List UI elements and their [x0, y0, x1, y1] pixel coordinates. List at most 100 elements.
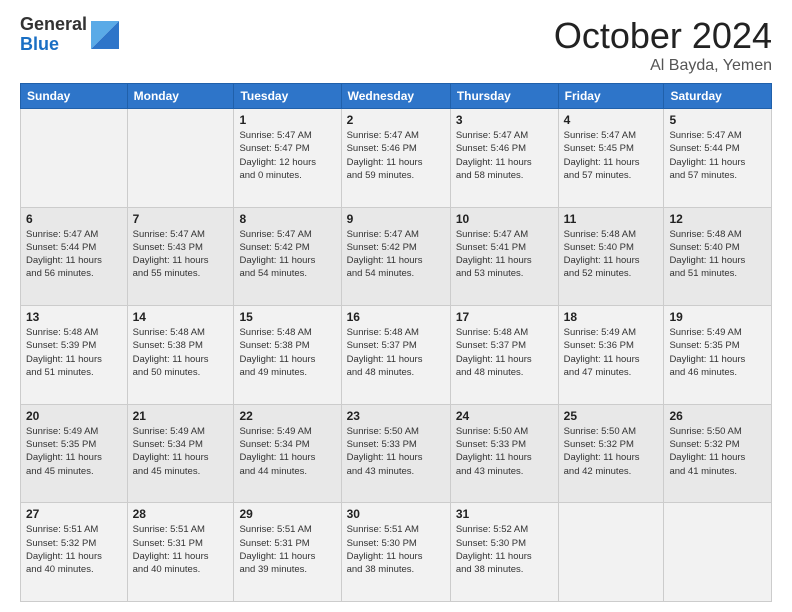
day-info: Sunrise: 5:48 AM Sunset: 5:37 PM Dayligh…	[347, 326, 445, 379]
day-number: 4	[564, 113, 659, 127]
day-cell: 20 Sunrise: 5:49 AM Sunset: 5:35 PM Dayli…	[21, 404, 128, 503]
day-info: Sunrise: 5:49 AM Sunset: 5:35 PM Dayligh…	[669, 326, 766, 379]
day-number: 6	[26, 212, 122, 226]
day-cell	[127, 109, 234, 208]
day-cell: 1Sunrise: 5:47 AM Sunset: 5:47 PM Daylig…	[234, 109, 341, 208]
day-info: Sunrise: 5:47 AM Sunset: 5:42 PM Dayligh…	[347, 228, 445, 281]
day-number: 25	[564, 409, 659, 423]
day-info: Sunrise: 5:51 AM Sunset: 5:30 PM Dayligh…	[347, 523, 445, 576]
day-number: 23	[347, 409, 445, 423]
day-info: Sunrise: 5:47 AM Sunset: 5:46 PM Dayligh…	[456, 129, 553, 182]
day-info: Sunrise: 5:50 AM Sunset: 5:32 PM Dayligh…	[564, 425, 659, 478]
day-cell: 13Sunrise: 5:48 AM Sunset: 5:39 PM Dayli…	[21, 306, 128, 405]
day-info: Sunrise: 5:49 AM Sunset: 5:34 PM Dayligh…	[133, 425, 229, 478]
location: Al Bayda, Yemen	[554, 57, 772, 75]
day-cell: 28Sunrise: 5:51 AM Sunset: 5:31 PM Dayli…	[127, 503, 234, 602]
col-monday: Monday	[127, 84, 234, 109]
day-number: 11	[564, 212, 659, 226]
day-info: Sunrise: 5:47 AM Sunset: 5:47 PM Dayligh…	[239, 129, 335, 182]
week-row-3: 13Sunrise: 5:48 AM Sunset: 5:39 PM Dayli…	[21, 306, 772, 405]
day-cell: 18 Sunrise: 5:49 AM Sunset: 5:36 PM Dayli…	[558, 306, 664, 405]
col-saturday: Saturday	[664, 84, 772, 109]
day-number: 10	[456, 212, 553, 226]
col-tuesday: Tuesday	[234, 84, 341, 109]
day-cell: 30Sunrise: 5:51 AM Sunset: 5:30 PM Dayli…	[341, 503, 450, 602]
day-info: Sunrise: 5:48 AM Sunset: 5:40 PM Dayligh…	[564, 228, 659, 281]
day-cell: 2Sunrise: 5:47 AM Sunset: 5:46 PM Daylig…	[341, 109, 450, 208]
day-number: 18	[564, 310, 659, 324]
day-info: Sunrise: 5:47 AM Sunset: 5:43 PM Dayligh…	[133, 228, 229, 281]
day-cell: 17 Sunrise: 5:48 AM Sunset: 5:37 PM Dayli…	[450, 306, 558, 405]
header: General Blue October 2024 Al Bayda, Yeme…	[20, 15, 772, 75]
day-cell: 14 Sunrise: 5:48 AM Sunset: 5:38 PM Dayli…	[127, 306, 234, 405]
day-info: Sunrise: 5:50 AM Sunset: 5:32 PM Dayligh…	[669, 425, 766, 478]
day-info: Sunrise: 5:49 AM Sunset: 5:35 PM Dayligh…	[26, 425, 122, 478]
header-row: Sunday Monday Tuesday Wednesday Thursday…	[21, 84, 772, 109]
day-number: 20	[26, 409, 122, 423]
day-number: 31	[456, 507, 553, 521]
day-cell: 22 Sunrise: 5:49 AM Sunset: 5:34 PM Dayli…	[234, 404, 341, 503]
day-number: 27	[26, 507, 122, 521]
day-cell: 10 Sunrise: 5:47 AM Sunset: 5:41 PM Dayli…	[450, 207, 558, 306]
day-info: Sunrise: 5:50 AM Sunset: 5:33 PM Dayligh…	[347, 425, 445, 478]
day-cell	[21, 109, 128, 208]
logo-icon	[91, 21, 119, 49]
col-wednesday: Wednesday	[341, 84, 450, 109]
day-cell: 5 Sunrise: 5:47 AM Sunset: 5:44 PM Daylig…	[664, 109, 772, 208]
day-info: Sunrise: 5:49 AM Sunset: 5:34 PM Dayligh…	[239, 425, 335, 478]
day-cell: 24Sunrise: 5:50 AM Sunset: 5:33 PM Dayli…	[450, 404, 558, 503]
day-number: 29	[239, 507, 335, 521]
day-number: 7	[133, 212, 229, 226]
day-cell: 7 Sunrise: 5:47 AM Sunset: 5:43 PM Daylig…	[127, 207, 234, 306]
day-cell: 11 Sunrise: 5:48 AM Sunset: 5:40 PM Dayli…	[558, 207, 664, 306]
day-number: 14	[133, 310, 229, 324]
day-info: Sunrise: 5:50 AM Sunset: 5:33 PM Dayligh…	[456, 425, 553, 478]
month-title: October 2024	[554, 15, 772, 57]
day-info: Sunrise: 5:49 AM Sunset: 5:36 PM Dayligh…	[564, 326, 659, 379]
day-info: Sunrise: 5:47 AM Sunset: 5:45 PM Dayligh…	[564, 129, 659, 182]
day-info: Sunrise: 5:47 AM Sunset: 5:41 PM Dayligh…	[456, 228, 553, 281]
day-cell: 15 Sunrise: 5:48 AM Sunset: 5:38 PM Dayli…	[234, 306, 341, 405]
day-number: 9	[347, 212, 445, 226]
day-cell: 8Sunrise: 5:47 AM Sunset: 5:42 PM Daylig…	[234, 207, 341, 306]
day-cell: 31Sunrise: 5:52 AM Sunset: 5:30 PM Dayli…	[450, 503, 558, 602]
day-cell: 27Sunrise: 5:51 AM Sunset: 5:32 PM Dayli…	[21, 503, 128, 602]
logo-text: General Blue	[20, 15, 87, 55]
logo-general: General	[20, 15, 87, 35]
week-row-4: 20 Sunrise: 5:49 AM Sunset: 5:35 PM Dayli…	[21, 404, 772, 503]
day-info: Sunrise: 5:51 AM Sunset: 5:31 PM Dayligh…	[133, 523, 229, 576]
logo-blue: Blue	[20, 35, 87, 55]
calendar-body: 1Sunrise: 5:47 AM Sunset: 5:47 PM Daylig…	[21, 109, 772, 602]
week-row-1: 1Sunrise: 5:47 AM Sunset: 5:47 PM Daylig…	[21, 109, 772, 208]
col-sunday: Sunday	[21, 84, 128, 109]
page: General Blue October 2024 Al Bayda, Yeme…	[0, 0, 792, 612]
day-info: Sunrise: 5:47 AM Sunset: 5:46 PM Dayligh…	[347, 129, 445, 182]
day-info: Sunrise: 5:48 AM Sunset: 5:39 PM Dayligh…	[26, 326, 122, 379]
week-row-2: 6 Sunrise: 5:47 AM Sunset: 5:44 PM Daylig…	[21, 207, 772, 306]
logo: General Blue	[20, 15, 119, 55]
day-number: 15	[239, 310, 335, 324]
day-info: Sunrise: 5:48 AM Sunset: 5:38 PM Dayligh…	[133, 326, 229, 379]
day-cell: 26 Sunrise: 5:50 AM Sunset: 5:32 PM Dayli…	[664, 404, 772, 503]
day-number: 21	[133, 409, 229, 423]
day-info: Sunrise: 5:48 AM Sunset: 5:38 PM Dayligh…	[239, 326, 335, 379]
day-info: Sunrise: 5:48 AM Sunset: 5:37 PM Dayligh…	[456, 326, 553, 379]
day-number: 26	[669, 409, 766, 423]
week-row-5: 27Sunrise: 5:51 AM Sunset: 5:32 PM Dayli…	[21, 503, 772, 602]
day-number: 5	[669, 113, 766, 127]
day-cell: 12Sunrise: 5:48 AM Sunset: 5:40 PM Dayli…	[664, 207, 772, 306]
day-number: 17	[456, 310, 553, 324]
day-number: 22	[239, 409, 335, 423]
day-cell: 29Sunrise: 5:51 AM Sunset: 5:31 PM Dayli…	[234, 503, 341, 602]
day-cell: 19 Sunrise: 5:49 AM Sunset: 5:35 PM Dayli…	[664, 306, 772, 405]
day-number: 3	[456, 113, 553, 127]
day-cell: 3 Sunrise: 5:47 AM Sunset: 5:46 PM Daylig…	[450, 109, 558, 208]
day-cell: 25 Sunrise: 5:50 AM Sunset: 5:32 PM Dayli…	[558, 404, 664, 503]
day-cell: 4 Sunrise: 5:47 AM Sunset: 5:45 PM Daylig…	[558, 109, 664, 208]
col-thursday: Thursday	[450, 84, 558, 109]
calendar-header: Sunday Monday Tuesday Wednesday Thursday…	[21, 84, 772, 109]
day-info: Sunrise: 5:47 AM Sunset: 5:44 PM Dayligh…	[26, 228, 122, 281]
day-number: 8	[239, 212, 335, 226]
day-info: Sunrise: 5:47 AM Sunset: 5:44 PM Dayligh…	[669, 129, 766, 182]
day-number: 19	[669, 310, 766, 324]
